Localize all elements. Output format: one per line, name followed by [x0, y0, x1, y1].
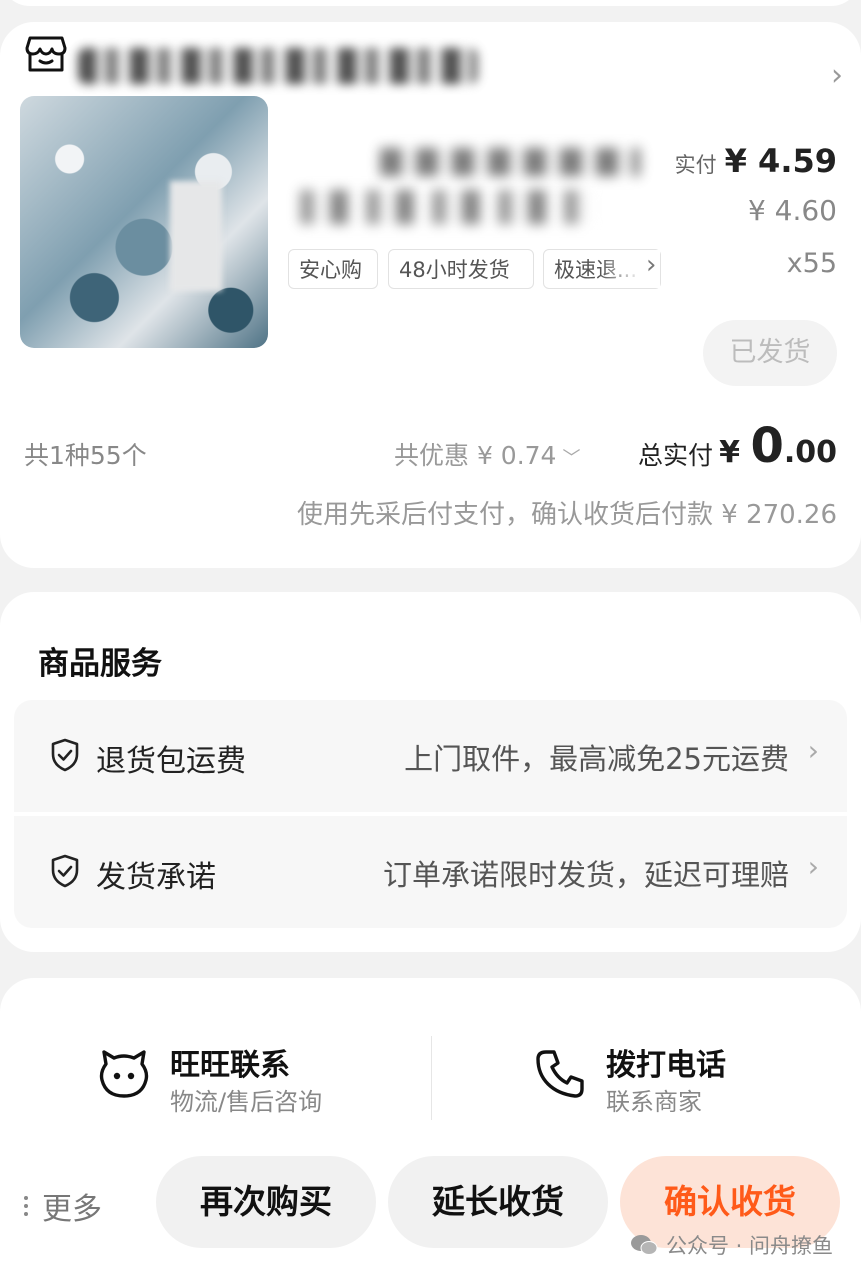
product-spec-blurred [300, 190, 590, 224]
store-name-blurred[interactable] [78, 48, 478, 84]
original-price: ¥ 4.60 [747, 194, 837, 227]
store-chevron-right-icon[interactable]: › [831, 58, 843, 93]
wechat-icon [630, 1235, 658, 1255]
watermark: 公众号 · 问舟撩鱼 [630, 1230, 833, 1260]
shield-check-icon [51, 738, 79, 772]
service-shipping-promise[interactable]: 发货承诺 订单承诺限时发货，延迟可理赔 › [14, 816, 847, 928]
store-icon [25, 36, 67, 72]
rebuy-button[interactable]: 再次购买 [156, 1156, 376, 1248]
product-title-blurred[interactable] [380, 148, 640, 176]
total-int: 0 [750, 418, 784, 474]
chevron-down-icon: ﹀ [562, 448, 581, 469]
total-price: ¥ 0.00 [719, 418, 837, 474]
shipped-status-button: 已发货 [703, 320, 837, 386]
services-title: 商品服务 [38, 646, 162, 682]
wangwang-icon [99, 1050, 149, 1098]
pay-later-note: 使用先采后付支付，确认收货后付款 ¥ 270.26 [296, 500, 837, 530]
more-dots-icon [24, 1196, 28, 1216]
paid-price: ¥ 4.59 [724, 142, 837, 180]
chevron-right-icon: › [807, 734, 819, 767]
paid-price-row: 实付 ¥ 4.59 [675, 142, 837, 180]
phone-title: 拨打电话 [606, 1048, 726, 1083]
phone-icon [536, 1050, 584, 1098]
shield-check-icon [51, 854, 79, 888]
tag-anxingou: 安心购 [288, 249, 378, 289]
service-desc: 上门取件，最高减免25元运费 [404, 742, 789, 776]
total-currency: ¥ [719, 435, 751, 470]
service-desc: 订单承诺限时发货，延迟可理赔 [382, 858, 789, 892]
service-return-shipping[interactable]: 退货包运费 上门取件，最高减免25元运费 › [14, 700, 847, 812]
contact-divider [431, 1036, 432, 1120]
total-count: 共1种55个 [24, 441, 147, 470]
more-button[interactable]: 更多 [24, 1184, 102, 1228]
service-label: 发货承诺 [96, 860, 216, 895]
wangwang-subtitle: 物流/售后咨询 [170, 1088, 323, 1116]
discount-text: 共优惠 ¥ 0.74 [394, 441, 557, 470]
chevron-right-icon: › [807, 850, 819, 883]
paid-label: 实付 [674, 153, 717, 177]
wangwang-title: 旺旺联系 [170, 1048, 290, 1083]
quantity: x55 [786, 248, 837, 279]
watermark-text: 公众号 · 问舟撩鱼 [665, 1234, 833, 1258]
product-image[interactable] [20, 96, 268, 348]
more-label: 更多 [42, 1192, 102, 1227]
previous-card-edge [0, 0, 861, 6]
phone-subtitle: 联系商家 [606, 1088, 702, 1116]
extend-receipt-button[interactable]: 延长收货 [388, 1156, 608, 1248]
tag-48h-shipping: 48小时发货 [388, 249, 534, 289]
total-dec: .00 [783, 435, 837, 470]
total-label: 总实付 [638, 441, 714, 470]
discount-summary[interactable]: 共优惠 ¥ 0.74 ﹀ [394, 436, 580, 472]
tags-chevron-right-icon[interactable]: › [646, 250, 656, 280]
service-label: 退货包运费 [96, 744, 246, 779]
